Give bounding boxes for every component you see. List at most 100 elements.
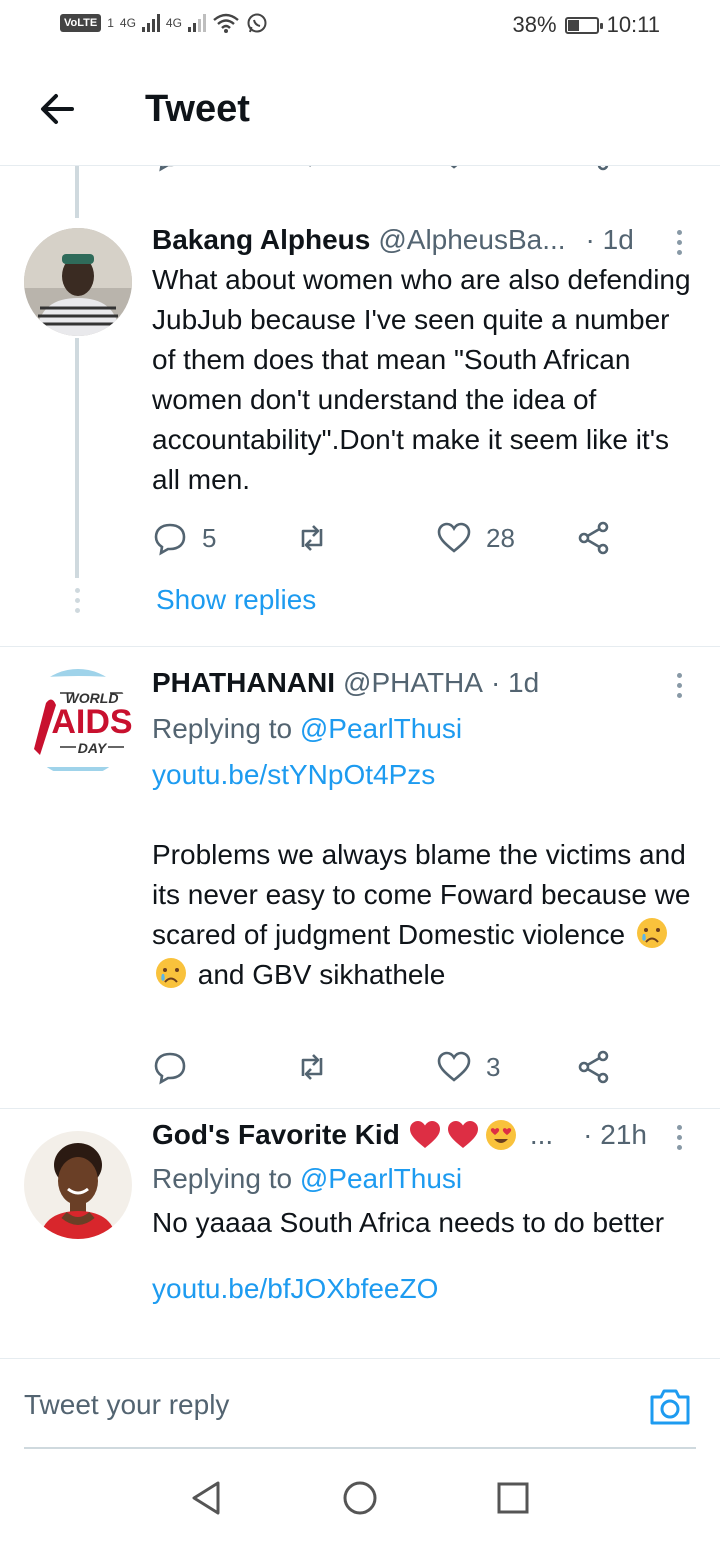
- name-ellipsis: ...: [529, 1119, 554, 1150]
- logo-day-text: DAY: [78, 740, 108, 756]
- tweet-header: Bakang Alpheus @AlpheusBa... · 1d: [152, 222, 690, 258]
- more-icon[interactable]: [668, 230, 690, 255]
- tweet-phathanani[interactable]: WORLD AIDS DAY PHATHANANI @PHATHA · 1d R…: [0, 647, 720, 1107]
- tweet-header: God's Favorite Kid ... · 21h: [152, 1117, 690, 1153]
- battery-percent: 38%: [512, 12, 557, 37]
- avatar[interactable]: [24, 228, 132, 336]
- like-action[interactable]: 3: [436, 1049, 500, 1085]
- mention-link[interactable]: @PearlThusi: [300, 1163, 462, 1194]
- share-action[interactable]: [576, 166, 612, 172]
- tweet-bakang[interactable]: Bakang Alpheus @AlpheusBa... · 1d What a…: [0, 218, 720, 646]
- heart-icon: [450, 166, 458, 169]
- action-row: 3: [152, 1049, 622, 1089]
- comment-icon: [154, 523, 186, 556]
- reply-underline: [24, 1447, 696, 1449]
- reply-input[interactable]: [24, 1389, 584, 1421]
- arrow-left-icon[interactable]: [32, 84, 82, 134]
- like-count: 3: [486, 1051, 501, 1082]
- partial-actions: 9 11: [152, 166, 622, 176]
- timestamp: · 21h: [583, 1119, 647, 1150]
- retweet-icon: [301, 525, 323, 551]
- reply-bar: [0, 1358, 720, 1449]
- crying-face-icon: [156, 958, 186, 988]
- url-link[interactable]: youtu.be/bfJOXbfeeZO: [152, 1269, 696, 1309]
- thread-line: [75, 166, 79, 218]
- show-replies-link[interactable]: Show replies: [156, 584, 316, 616]
- share-icon: [578, 521, 609, 555]
- app-header: Tweet: [0, 56, 720, 166]
- wifi-icon: [213, 13, 239, 33]
- red-heart-icon: [409, 1121, 440, 1148]
- share-icon: [597, 166, 609, 171]
- network-type-1: 4G: [119, 16, 136, 30]
- like-count: 11: [486, 166, 513, 170]
- square-recents-icon[interactable]: [493, 1478, 533, 1518]
- url-link[interactable]: youtu.be/stYNpOt4Pzs: [152, 755, 696, 795]
- like-count: 28: [486, 522, 515, 553]
- mention-link[interactable]: @PearlThusi: [300, 713, 462, 744]
- thread-line: [75, 338, 79, 578]
- avatar[interactable]: [24, 1131, 132, 1239]
- status-right: 38% 10:11: [513, 12, 660, 38]
- handle[interactable]: @PHATHA: [343, 665, 483, 701]
- reply-action[interactable]: 5: [152, 520, 216, 556]
- thread-dots: [73, 588, 81, 613]
- page-title: Tweet: [145, 88, 250, 130]
- avatar-photo: [24, 228, 132, 336]
- system-nav-bar: [0, 1450, 720, 1541]
- triangle-back-icon[interactable]: [186, 1478, 226, 1518]
- display-name[interactable]: PHATHANANI: [152, 665, 335, 701]
- retweet-action[interactable]: [294, 1049, 330, 1085]
- retweet-icon: [301, 1054, 323, 1080]
- like-action[interactable]: 11: [436, 166, 513, 172]
- signal-icon-2: [187, 14, 206, 32]
- tweet-content: Replying to @PearlThusi No yaaaa South A…: [152, 1161, 696, 1309]
- tweet-text: Problems we always blame the victims and…: [152, 835, 696, 995]
- comment-icon: [154, 1052, 186, 1085]
- heart-icon: [437, 1051, 471, 1082]
- reply-count: 9: [202, 166, 216, 170]
- camera-icon[interactable]: [648, 1385, 692, 1427]
- reply-action[interactable]: 9: [152, 166, 216, 172]
- sim-slot: 1: [107, 16, 114, 30]
- more-icon[interactable]: [668, 673, 690, 698]
- replying-to-label: Replying to: [152, 1163, 293, 1194]
- retweet-action[interactable]: [294, 166, 330, 172]
- red-heart-icon: [447, 1121, 478, 1148]
- reply-count: 5: [202, 522, 217, 553]
- comment-icon: [159, 166, 174, 172]
- volte-badge: VoLTE: [60, 14, 102, 32]
- action-row: 5 28: [152, 520, 622, 560]
- logo-aids-text: AIDS: [51, 703, 132, 741]
- tweet-feed[interactable]: 9 11: [0, 166, 720, 1358]
- signal-icon: [141, 14, 160, 32]
- handle[interactable]: @AlpheusBa...: [378, 222, 565, 258]
- timestamp: · 1d: [585, 224, 634, 255]
- retweet-icon: [309, 166, 311, 167]
- circle-home-icon[interactable]: [340, 1478, 380, 1518]
- share-action[interactable]: [576, 1049, 612, 1085]
- display-name[interactable]: God's Favorite Kid: [152, 1117, 400, 1153]
- replying-to-line: Replying to @PearlThusi: [152, 1161, 696, 1197]
- share-action[interactable]: [576, 520, 612, 556]
- network-type-2: 4G: [165, 16, 182, 30]
- avatar-photo: [24, 1131, 132, 1239]
- heart-eyes-icon: [485, 1120, 516, 1150]
- tweet-header: PHATHANANI @PHATHA · 1d: [152, 665, 690, 701]
- like-action[interactable]: 28: [436, 520, 515, 556]
- retweet-action[interactable]: [294, 520, 330, 556]
- reply-action[interactable]: [152, 1049, 188, 1085]
- clock: 10:11: [606, 12, 660, 37]
- status-bar: VoLTE 1 4G 4G 38% 10:11: [0, 0, 720, 56]
- avatar[interactable]: WORLD AIDS DAY: [24, 669, 132, 777]
- tweet-gods-favorite-kid[interactable]: God's Favorite Kid ... · 21h Replying to…: [0, 1109, 720, 1358]
- share-icon: [578, 1050, 609, 1084]
- timestamp: · 1d: [490, 667, 540, 698]
- tweet-text: No yaaaa South Africa needs to do better: [152, 1207, 665, 1238]
- heart-icon: [437, 522, 471, 553]
- tweet-content: Replying to @PearlThusi youtu.be/stYNpOt…: [152, 711, 696, 995]
- tweet-text-part-1: Problems we always blame the victims and…: [152, 839, 691, 950]
- display-name[interactable]: Bakang Alpheus: [152, 222, 370, 258]
- replying-to-label: Replying to: [152, 713, 293, 744]
- more-icon[interactable]: [668, 1125, 690, 1150]
